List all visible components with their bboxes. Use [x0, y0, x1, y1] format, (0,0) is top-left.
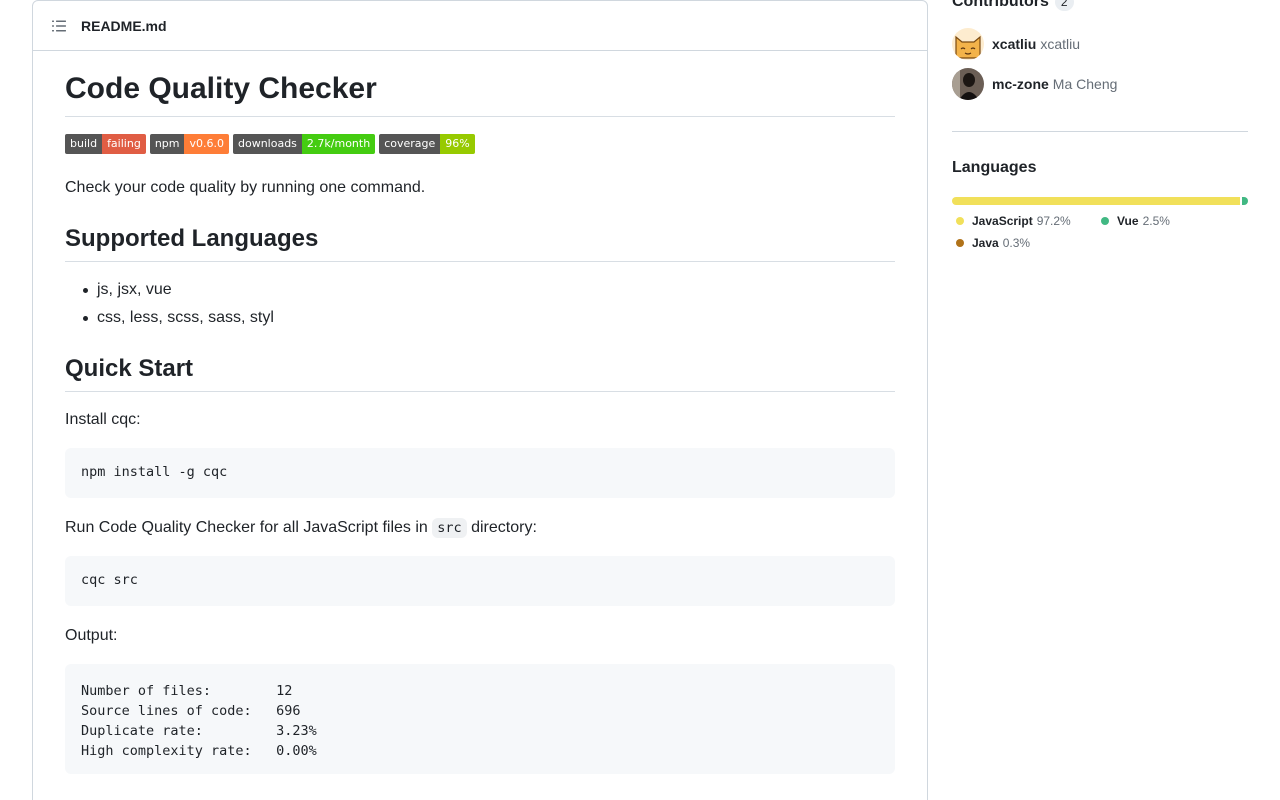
- badge-label: npm: [149, 134, 185, 154]
- language-percent: 0.3%: [1002, 236, 1031, 250]
- run-text: Run Code Quality Checker for all JavaScr…: [65, 516, 537, 540]
- badge-label: coverage: [379, 134, 441, 154]
- heading-divider: [65, 261, 895, 262]
- code-line: Number of files: 12: [81, 683, 293, 699]
- language-name: Vue: [1117, 214, 1139, 228]
- install-code-block[interactable]: npm install -g cqc: [65, 448, 895, 498]
- install-text: Install cqc:: [65, 411, 141, 428]
- badge-value: 2.7k/month: [301, 134, 376, 154]
- heading-divider: [65, 391, 895, 392]
- language-item-java[interactable]: Java 0.3%: [956, 236, 1030, 250]
- contributor-item[interactable]: mc-zone Ma Cheng: [952, 68, 1117, 100]
- language-color-dot: [956, 217, 964, 225]
- sidebar-divider: [952, 131, 1248, 132]
- language-percent: 97.2%: [1036, 214, 1071, 228]
- contributors-count: 2: [1054, 0, 1074, 11]
- contributor-login[interactable]: xcatliu: [992, 36, 1036, 52]
- code-line: Source lines of code: 696: [81, 703, 301, 719]
- avatar[interactable]: [952, 28, 984, 60]
- language-color-dot: [1101, 217, 1109, 225]
- language-bar-segment: [1241, 197, 1248, 205]
- quick-start-heading: Quick Start: [65, 355, 194, 382]
- code-line: High complexity rate: 0.00%: [81, 743, 317, 759]
- list-item: js, jsx, vue: [65, 278, 274, 302]
- language-color-dot: [956, 239, 964, 247]
- code-line: npm install -g cqc: [81, 464, 228, 480]
- languages-heading: Languages: [952, 159, 1037, 176]
- table-of-contents-button[interactable]: [49, 16, 69, 36]
- supported-languages-list: js, jsx, vue css, less, scss, sass, styl: [65, 278, 274, 334]
- language-bar-segment: [952, 197, 1240, 205]
- readme-header: README.md: [33, 1, 927, 51]
- badge-label: build: [65, 134, 103, 154]
- output-code-block[interactable]: Number of files: 12 Source lines of code…: [65, 664, 895, 774]
- page-title: Code Quality Checker: [65, 72, 377, 105]
- badge-value: v0.6.0: [184, 134, 229, 154]
- language-item-vue[interactable]: Vue 2.5%: [1101, 214, 1170, 228]
- run-text-before: Run Code Quality Checker for all JavaScr…: [65, 519, 433, 536]
- readme-panel: README.md Code Quality Checker build fai…: [32, 0, 928, 800]
- run-code-block[interactable]: cqc src: [65, 556, 895, 606]
- code-line: cqc src: [81, 572, 138, 588]
- build-badge[interactable]: build failing: [65, 134, 146, 154]
- language-percent: 2.5%: [1142, 214, 1170, 228]
- contributor-name: xcatliu: [1040, 36, 1081, 52]
- badge-label: downloads: [232, 134, 302, 154]
- language-item-javascript[interactable]: JavaScript 97.2%: [956, 214, 1071, 228]
- badge-value: failing: [102, 134, 146, 154]
- readme-filename[interactable]: README.md: [81, 18, 167, 34]
- coverage-badge[interactable]: coverage 96%: [379, 134, 475, 154]
- contributor-name: Ma Cheng: [1052, 76, 1118, 92]
- badge-value: 96%: [440, 134, 475, 154]
- output-text: Output:: [65, 627, 118, 644]
- downloads-badge[interactable]: downloads 2.7k/month: [232, 134, 376, 154]
- avatar[interactable]: [952, 68, 984, 100]
- inline-code: src: [432, 518, 467, 538]
- language-bar[interactable]: [952, 197, 1248, 205]
- contributors-heading[interactable]: Contributors 2: [952, 0, 1074, 11]
- badge-row: build failing npm v0.6.0 downloads 2.7k/…: [65, 134, 475, 154]
- contributors-title: Contributors: [952, 0, 1049, 10]
- supported-languages-heading: Supported Languages: [65, 225, 319, 252]
- code-line: Duplicate rate: 3.23%: [81, 723, 317, 739]
- intro-text: Check your code quality by running one c…: [65, 179, 426, 196]
- list-icon: [52, 20, 66, 31]
- run-text-after: directory:: [466, 519, 537, 536]
- contributor-item[interactable]: xcatliu xcatliu: [952, 28, 1080, 60]
- title-divider: [65, 116, 895, 117]
- list-item: css, less, scss, sass, styl: [65, 306, 274, 330]
- language-name: Java: [972, 236, 999, 250]
- npm-version-badge[interactable]: npm v0.6.0: [149, 134, 229, 154]
- language-name: JavaScript: [972, 214, 1033, 228]
- contributor-login[interactable]: mc-zone: [992, 76, 1049, 92]
